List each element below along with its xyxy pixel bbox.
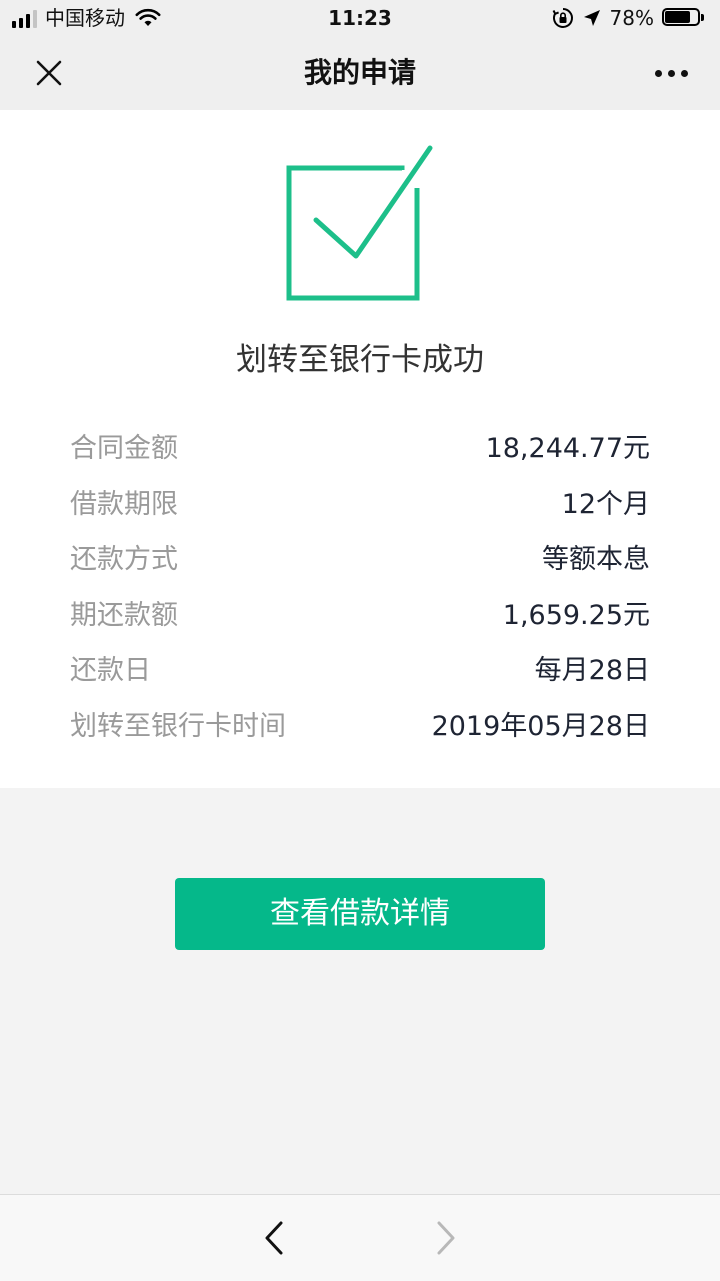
detail-label: 借款期限 <box>70 488 178 520</box>
detail-label: 还款方式 <box>70 544 178 576</box>
checkbox-check-icon <box>286 145 433 301</box>
detail-row-loan-term: 借款期限 12个月 <box>70 474 650 530</box>
back-button[interactable] <box>254 1215 294 1261</box>
status-bar: 中国移动 11:23 78% <box>0 0 720 36</box>
detail-row-repayment-method: 还款方式 等额本息 <box>70 529 650 585</box>
detail-value: 2019年05月28日 <box>431 710 650 742</box>
rotation-lock-icon <box>552 8 573 28</box>
detail-value: 12个月 <box>561 488 650 520</box>
detail-value: 等额本息 <box>542 544 650 576</box>
more-icon <box>654 69 662 77</box>
chevron-left-icon <box>265 1221 283 1255</box>
bottom-nav-bar <box>0 1194 720 1281</box>
detail-label: 合同金额 <box>70 433 178 465</box>
nav-bar: 我的申请 <box>0 36 720 110</box>
location-icon <box>583 10 600 26</box>
result-card: 划转至银行卡成功 合同金额 18,244.77元 借款期限 12个月 还款方式 … <box>0 110 720 788</box>
battery-percent: 78% <box>609 6 654 30</box>
page-title: 我的申请 <box>303 56 416 89</box>
battery-icon <box>662 8 706 28</box>
detail-row-contract-amount: 合同金额 18,244.77元 <box>70 418 650 474</box>
more-button[interactable] <box>646 50 696 96</box>
detail-value: 1,659.25元 <box>502 599 650 631</box>
detail-row-installment-amount: 期还款额 1,659.25元 <box>70 585 650 641</box>
detail-label: 期还款额 <box>70 599 178 631</box>
detail-label: 划转至银行卡时间 <box>70 710 286 742</box>
view-loan-details-button[interactable]: 查看借款详情 <box>175 878 545 950</box>
detail-label: 还款日 <box>70 655 151 687</box>
success-message: 划转至银行卡成功 <box>236 342 484 378</box>
status-right: 78% <box>552 6 706 30</box>
detail-row-transfer-time: 划转至银行卡时间 2019年05月28日 <box>70 696 650 752</box>
loan-details-list: 合同金额 18,244.77元 借款期限 12个月 还款方式 等额本息 期还款额… <box>70 418 650 751</box>
chevron-right-icon <box>437 1221 455 1255</box>
detail-row-repayment-day: 还款日 每月28日 <box>70 640 650 696</box>
detail-value: 每月28日 <box>534 655 650 687</box>
detail-value: 18,244.77元 <box>485 433 650 465</box>
forward-button[interactable] <box>426 1215 466 1261</box>
